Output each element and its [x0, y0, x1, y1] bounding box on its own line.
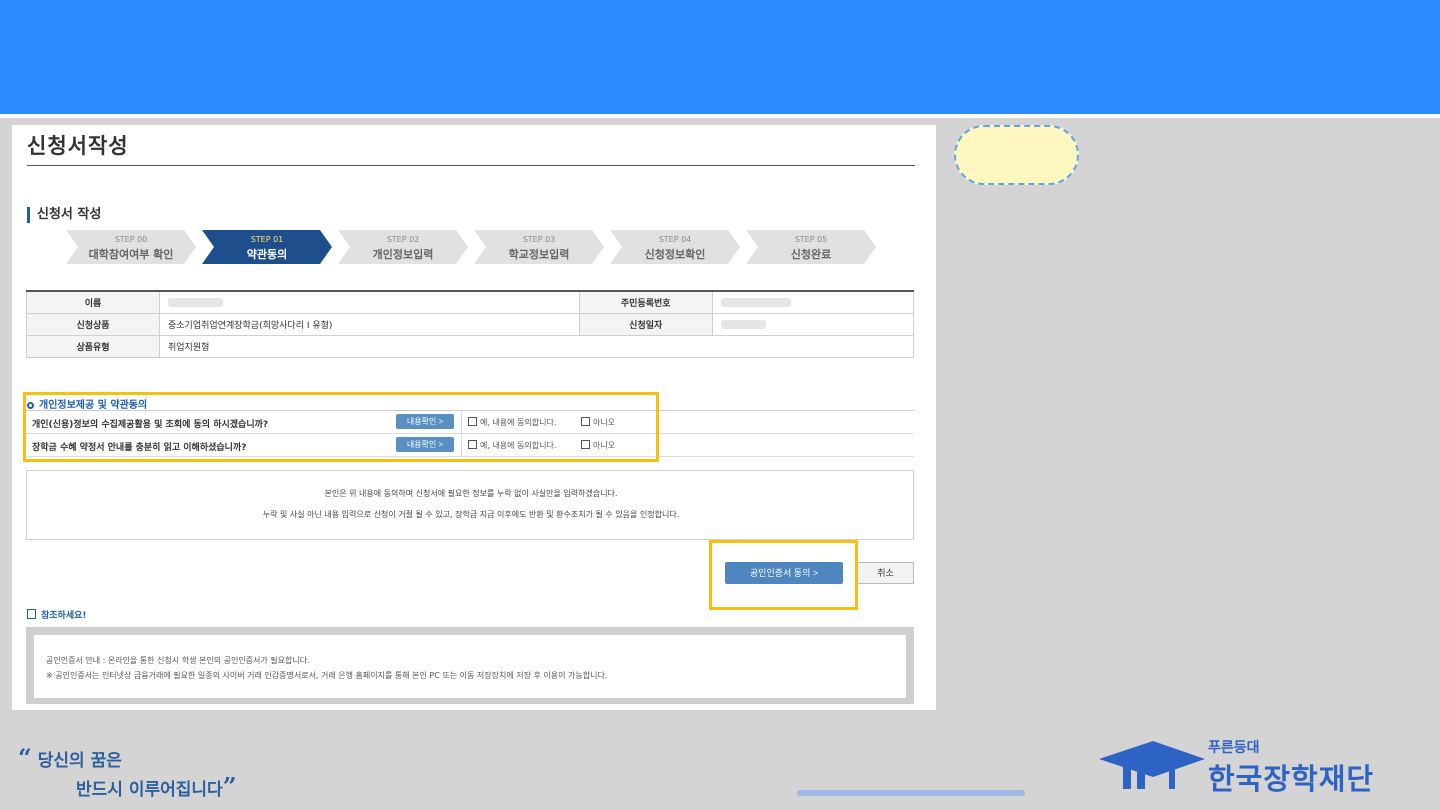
title-divider — [27, 165, 915, 166]
slogan-line-2-wrap: 반드시 이루어집니다” — [18, 774, 237, 803]
redacted-value — [168, 297, 223, 307]
table-row: 상품유형 취업지원형 — [26, 335, 914, 358]
applicant-info-table: 이름 주민등록번호 신청상품 중소기업취업연계장학금(희망사다리 I 유형) 신… — [26, 290, 915, 358]
step-label: 신청완료 — [790, 248, 832, 261]
reference-title: 참조하세요! — [27, 608, 87, 621]
step-number: STEP 05 — [794, 235, 828, 244]
reference-content: 공인인증서 안내 : 온라인을 통한 신청시 학생 본인의 공인인증서가 필요합… — [34, 635, 906, 698]
reference-title-text: 참조하세요! — [41, 611, 87, 621]
step-label: 신청정보확인 — [644, 248, 706, 261]
step-label: 약관동의 — [246, 248, 288, 261]
name-label: 이름 — [26, 290, 160, 314]
reference-line-1: 공인인증서 안내 : 온라인을 통한 신청시 학생 본인의 공인인증서가 필요합… — [46, 656, 310, 665]
slogan-line-2: 반드시 이루어집니다 — [76, 780, 223, 800]
step-number: STEP 02 — [386, 235, 420, 244]
reference-line-2: ※ 공인인증서는 인터넷상 금융거래에 필요한 일종의 사이버 거래 인감증명서… — [46, 671, 608, 680]
step-label: 대학참여여부 확인 — [88, 248, 174, 261]
button-highlight-box — [709, 540, 858, 610]
banner-divider — [0, 114, 1440, 118]
table-row: 신청상품 중소기업취업연계장학금(희망사다리 I 유형) 신청일자 — [26, 313, 915, 336]
name-value — [159, 290, 580, 314]
consent-highlight-box — [23, 392, 659, 462]
notice-line-2: 누락 및 사실 아닌 내용 입력으로 신청이 거절 될 수 있고, 장학금 지급… — [262, 510, 680, 519]
step-02: STEP 02 개인정보입력 — [338, 230, 468, 264]
step-05: STEP 05 신청완료 — [746, 230, 876, 264]
slogan: “ 당신의 꿈은 반드시 이루어집니다” — [18, 745, 237, 803]
date-value — [711, 313, 915, 336]
top-banner — [0, 0, 1440, 114]
type-label: 상품유형 — [26, 335, 160, 358]
step-00: STEP 00 대학참여여부 확인 — [66, 230, 196, 264]
step-01: STEP 01 약관동의 — [202, 230, 332, 264]
reference-box: 공인인증서 안내 : 온라인을 통한 신청시 학생 본인의 공인인증서가 필요합… — [26, 627, 914, 704]
close-quote: ” — [222, 772, 237, 801]
product-value: 중소기업취업연계장학금(희망사다리 I 유형) — [159, 313, 580, 336]
horizontal-scrollbar[interactable] — [797, 790, 1025, 796]
redacted-value — [720, 297, 791, 307]
step-label: 학교정보입력 — [508, 248, 570, 261]
logo-title: 한국장학재단 — [1208, 762, 1375, 796]
redacted-value — [720, 319, 766, 329]
product-label: 신청상품 — [26, 313, 160, 336]
callout-bubble — [954, 125, 1079, 185]
kosaf-logo: 푸른등대 한국장학재단 — [1095, 737, 1415, 797]
application-form-panel: 신청서작성 신청서 작성 STEP 00 대학참여여부 확인 STEP 01 약… — [12, 125, 936, 710]
note-icon — [27, 609, 36, 619]
step-number: STEP 00 — [114, 235, 148, 244]
notice-line-1: 본인은 위 내용에 동의하며 신청서에 필요한 정보를 누락 없이 사실만을 입… — [324, 489, 618, 498]
graduation-cap-icon — [1099, 741, 1205, 789]
table-row: 이름 주민등록번호 — [26, 290, 915, 314]
declaration-notice: 본인은 위 내용에 동의하며 신청서에 필요한 정보를 누락 없이 사실만을 입… — [26, 470, 914, 540]
open-quote: “ — [18, 743, 32, 772]
section-title: 신청서 작성 — [27, 207, 101, 223]
step-number: STEP 03 — [522, 235, 556, 244]
step-04: STEP 04 신청정보확인 — [610, 230, 740, 264]
page-title: 신청서작성 — [27, 134, 129, 158]
cancel-button[interactable]: 취소 — [857, 562, 914, 584]
step-03: STEP 03 학교정보입력 — [474, 230, 604, 264]
step-number: STEP 04 — [658, 235, 692, 244]
date-label: 신청일자 — [578, 313, 713, 336]
step-number: STEP 01 — [250, 235, 284, 244]
logo-subtitle: 푸른등대 — [1208, 740, 1260, 756]
rrn-value — [711, 290, 915, 314]
rrn-label: 주민등록번호 — [578, 290, 713, 314]
step-label: 개인정보입력 — [372, 248, 434, 261]
slogan-line-1: 당신의 꿈은 — [37, 751, 122, 771]
type-value: 취업지원형 — [159, 335, 914, 358]
